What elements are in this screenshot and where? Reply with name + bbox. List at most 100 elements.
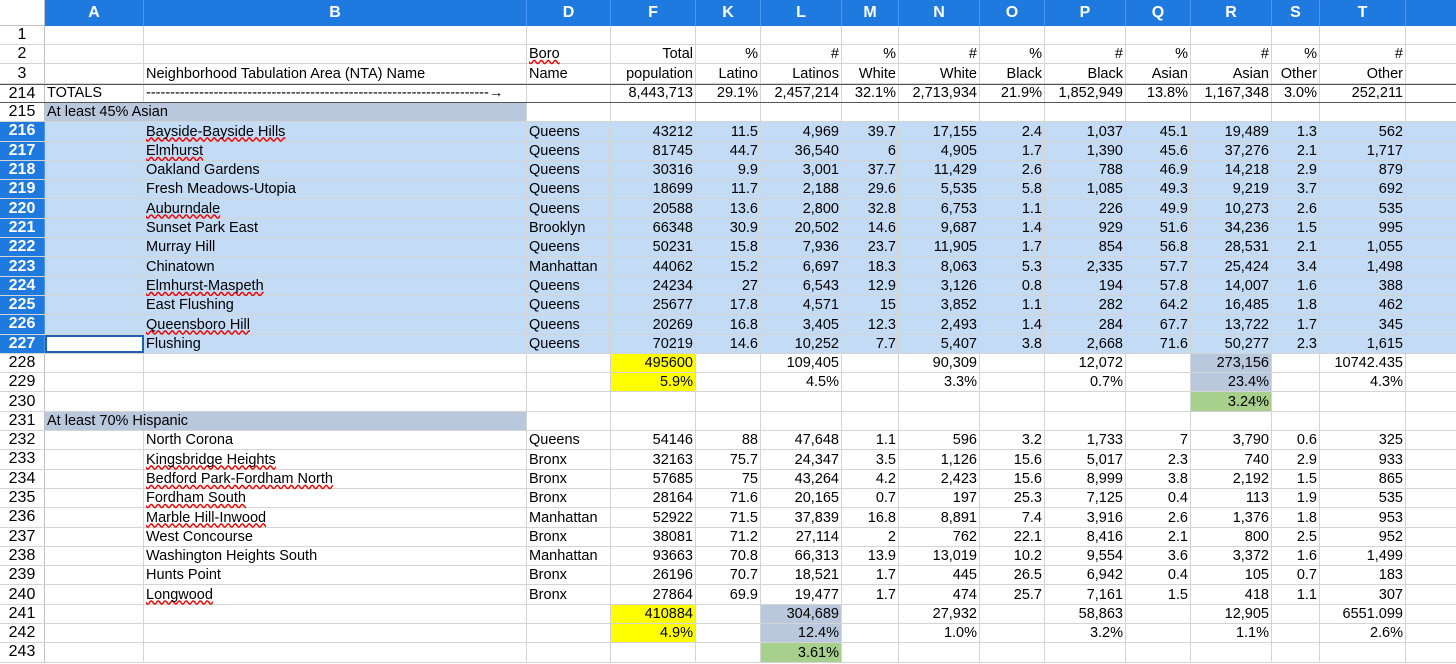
- cell-l[interactable]: [761, 392, 842, 411]
- cell-q[interactable]: 46.9: [1126, 160, 1191, 180]
- cell-k[interactable]: %: [696, 45, 761, 63]
- row-header[interactable]: 214: [0, 85, 45, 102]
- cell-next[interactable]: [1406, 276, 1456, 295]
- cell-f[interactable]: [611, 392, 696, 411]
- cell-l[interactable]: 24,347: [761, 450, 842, 469]
- cell-f[interactable]: 57685: [611, 469, 696, 488]
- cell-d[interactable]: Queens: [527, 238, 611, 257]
- cell-s[interactable]: 0.7: [1272, 566, 1320, 585]
- cell-k[interactable]: 27: [696, 276, 761, 295]
- cell-k[interactable]: 69.9: [696, 585, 761, 604]
- cell-m[interactable]: [842, 392, 899, 411]
- cell-m[interactable]: 1.1: [842, 431, 899, 450]
- row-header[interactable]: 234: [0, 469, 45, 488]
- cell-q[interactable]: 13.8%: [1126, 85, 1191, 102]
- cell-l[interactable]: 6,697: [761, 257, 842, 276]
- cell-n[interactable]: 3,852: [899, 295, 980, 315]
- cell-p[interactable]: [1045, 643, 1126, 662]
- cell-r[interactable]: 113: [1191, 488, 1272, 508]
- cell-n[interactable]: 596: [899, 431, 980, 450]
- cell-d[interactable]: Queens: [527, 160, 611, 180]
- row-header[interactable]: 240: [0, 585, 45, 604]
- cell-k[interactable]: [696, 373, 761, 392]
- cell-a[interactable]: [45, 508, 144, 527]
- cell-d[interactable]: Name: [527, 64, 611, 83]
- cell-l[interactable]: 304,689: [761, 604, 842, 624]
- cell-f[interactable]: 70219: [611, 334, 696, 353]
- cell-t[interactable]: 388: [1320, 276, 1406, 295]
- cell-s[interactable]: %: [1272, 45, 1320, 63]
- cell-q[interactable]: 45.6: [1126, 141, 1191, 160]
- cell-a[interactable]: [45, 64, 144, 83]
- cell-next[interactable]: [1406, 180, 1456, 199]
- cell-n[interactable]: 3.3%: [899, 373, 980, 392]
- cell-next[interactable]: [1406, 199, 1456, 218]
- cell-r[interactable]: 1,376: [1191, 508, 1272, 527]
- cell-n[interactable]: 3,126: [899, 276, 980, 295]
- cell-next[interactable]: [1406, 64, 1456, 83]
- cell-o[interactable]: 1.1: [980, 295, 1045, 315]
- cell-o[interactable]: 2.6: [980, 160, 1045, 180]
- row-header[interactable]: 231: [0, 411, 45, 431]
- row-header[interactable]: 216: [0, 122, 45, 141]
- cell-next[interactable]: [1406, 257, 1456, 276]
- cell-r[interactable]: Asian: [1191, 64, 1272, 83]
- cell-o[interactable]: 22.1: [980, 527, 1045, 546]
- cell-t[interactable]: 535: [1320, 199, 1406, 218]
- cell-m[interactable]: 18.3: [842, 257, 899, 276]
- cell-a[interactable]: [45, 527, 144, 546]
- cell-next[interactable]: [1406, 85, 1456, 102]
- cell-m[interactable]: [842, 353, 899, 373]
- cell-b[interactable]: Fordham South: [144, 488, 527, 508]
- cell-r[interactable]: [1191, 643, 1272, 662]
- cell-a[interactable]: [45, 180, 144, 199]
- cell-o[interactable]: 5.8: [980, 180, 1045, 199]
- cell[interactable]: [1406, 412, 1456, 430]
- cell-l[interactable]: 3,001: [761, 160, 842, 180]
- cell-m[interactable]: 12.9: [842, 276, 899, 295]
- cell[interactable]: [1320, 411, 1406, 431]
- cell-p[interactable]: 3,916: [1045, 508, 1126, 527]
- cell-b[interactable]: Elmhurst-Maspeth: [144, 276, 527, 295]
- cell-t[interactable]: 953: [1320, 508, 1406, 527]
- cell-r[interactable]: 9,219: [1191, 180, 1272, 199]
- cell-f[interactable]: 5.9%: [611, 373, 696, 392]
- cell-r[interactable]: 23.4%: [1191, 373, 1272, 392]
- cell-m[interactable]: [842, 643, 899, 662]
- cell-n[interactable]: 90,309: [899, 353, 980, 373]
- cell-p[interactable]: Black: [1045, 64, 1126, 83]
- cell-r[interactable]: 37,276: [1191, 141, 1272, 160]
- cell-b[interactable]: Murray Hill: [144, 238, 527, 257]
- cell-n[interactable]: [899, 643, 980, 662]
- cell-t[interactable]: [1320, 392, 1406, 411]
- cell-d[interactable]: [527, 624, 611, 643]
- cell-l[interactable]: 20,165: [761, 488, 842, 508]
- cell-d[interactable]: Bronx: [527, 450, 611, 469]
- cell-f[interactable]: 495600: [611, 353, 696, 373]
- cell-o[interactable]: %: [980, 45, 1045, 63]
- cell-next[interactable]: [1406, 643, 1456, 661]
- cell-o[interactable]: [980, 624, 1045, 643]
- column-header-O[interactable]: O: [980, 0, 1045, 26]
- cell-s[interactable]: 2.1: [1272, 141, 1320, 160]
- cell-f[interactable]: 4.9%: [611, 624, 696, 643]
- cell-b[interactable]: Flushing: [144, 334, 527, 353]
- cell-p[interactable]: 194: [1045, 276, 1126, 295]
- cell-m[interactable]: White: [842, 64, 899, 83]
- cell-n[interactable]: 1,126: [899, 450, 980, 469]
- cell-q[interactable]: [1126, 26, 1191, 44]
- cell[interactable]: [980, 103, 1045, 122]
- cell-l[interactable]: #: [761, 45, 842, 63]
- cell-k[interactable]: 88: [696, 431, 761, 450]
- cell-a[interactable]: [45, 353, 144, 373]
- cell-b[interactable]: Kingsbridge Heights: [144, 450, 527, 469]
- cell-l[interactable]: 12.4%: [761, 624, 842, 643]
- cell-q[interactable]: 0.4: [1126, 566, 1191, 585]
- cell-f[interactable]: 44062: [611, 257, 696, 276]
- cell-b[interactable]: Marble Hill-Inwood: [144, 508, 527, 527]
- cell-o[interactable]: 10.2: [980, 546, 1045, 566]
- cell-d[interactable]: Brooklyn: [527, 218, 611, 238]
- cell-t[interactable]: 307: [1320, 585, 1406, 604]
- cell-f[interactable]: 28164: [611, 488, 696, 508]
- cell-q[interactable]: 57.8: [1126, 276, 1191, 295]
